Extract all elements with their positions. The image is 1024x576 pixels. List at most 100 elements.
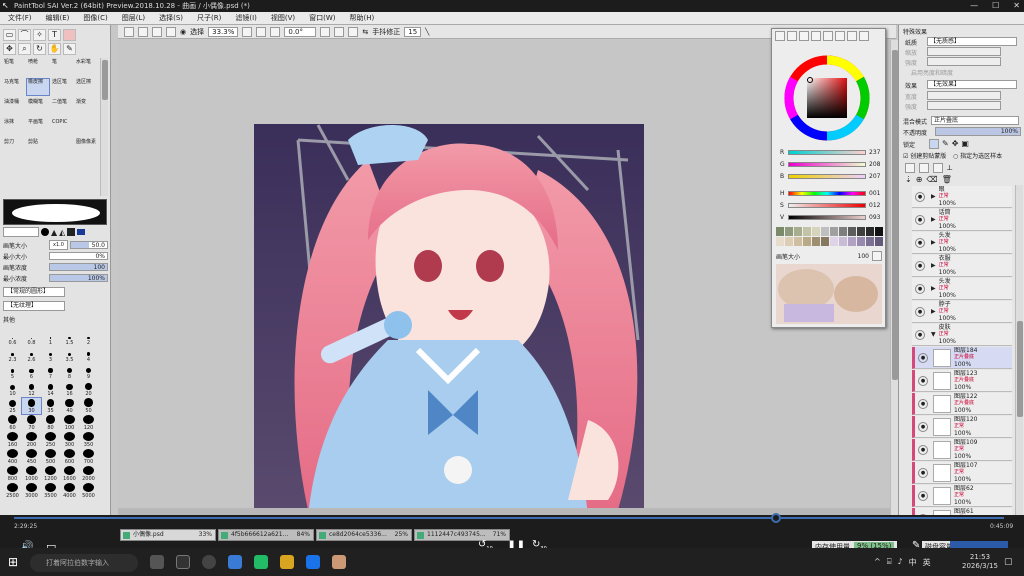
move-icon[interactable]: ✥ — [3, 43, 16, 55]
tray-arrow-icon[interactable]: ^ — [874, 557, 881, 568]
brush-size-option[interactable]: 350 — [79, 432, 98, 448]
back-arrow-icon[interactable]: ↖ — [2, 0, 9, 12]
invert-icon[interactable] — [166, 26, 176, 37]
b-slider[interactable]: B 207 — [780, 172, 884, 180]
shape-square-icon[interactable] — [67, 228, 76, 236]
task-view-icon[interactable] — [150, 555, 164, 569]
visibility-eye-icon[interactable]: ● — [918, 398, 928, 409]
brush-size-option[interactable]: 400 — [3, 449, 22, 465]
zoom-out-icon[interactable] — [242, 26, 253, 37]
brush-size-option[interactable]: 450 — [22, 449, 41, 465]
color-swatch[interactable] — [848, 237, 856, 246]
rotate-icon[interactable]: ↻ — [33, 43, 46, 55]
lock-move-icon[interactable]: ✥ — [952, 139, 959, 149]
shape-select[interactable]: 【常规的圆形】 — [3, 287, 65, 297]
close-icon[interactable]: ✕ — [1013, 0, 1020, 12]
color-swatch[interactable] — [821, 227, 829, 236]
brush-slot[interactable]: 涂抹 — [2, 118, 26, 136]
density-row[interactable]: 画笔浓度 100 — [3, 262, 108, 272]
width-field[interactable] — [927, 91, 1001, 100]
brush-slot[interactable]: 选区擦 — [74, 78, 98, 96]
redo-icon[interactable] — [138, 26, 148, 37]
lang-indicator[interactable]: 英 — [923, 557, 931, 568]
notification-icon[interactable]: ▢ — [1004, 557, 1013, 567]
menu-help[interactable]: 帮助(H) — [350, 13, 375, 23]
swatch-grid[interactable] — [776, 227, 883, 247]
brush-size-option[interactable]: 10 — [3, 381, 22, 397]
min-density-bar[interactable]: 100% — [49, 274, 108, 282]
brush-size-option[interactable]: 2.6 — [22, 347, 41, 363]
zoom-icon[interactable]: ⌕ — [18, 43, 31, 55]
folder-closed-icon[interactable]: ▶ — [931, 216, 936, 223]
folder-closed-icon[interactable]: ▶ — [931, 285, 936, 292]
video-progress-track[interactable] — [14, 513, 1004, 523]
opacity-bar[interactable]: 100% — [935, 127, 1021, 136]
g-slider[interactable]: G 208 — [780, 160, 884, 168]
hand-icon[interactable]: ✋ — [48, 43, 61, 55]
brightness-checkbox[interactable]: 启用亮度和暗度 — [911, 68, 953, 77]
brush-slot[interactable]: 铅笔 — [2, 58, 26, 76]
color-swatch[interactable] — [803, 237, 811, 246]
clear-icon[interactable]: ⌫ — [926, 175, 937, 184]
magic-wand-icon[interactable]: ✧ — [33, 29, 46, 41]
color-swatch[interactable] — [875, 227, 883, 236]
texture-select[interactable]: 【无纹理】 — [3, 301, 65, 311]
color-swatch[interactable] — [776, 227, 784, 236]
color-swatch[interactable] — [821, 237, 829, 246]
brush-size-option[interactable]: 30 — [21, 397, 42, 415]
brush-size-option[interactable]: 800 — [3, 466, 22, 482]
hsv-tab[interactable] — [799, 31, 809, 41]
color-swatch[interactable] — [857, 227, 865, 236]
color-swatch[interactable] — [830, 227, 838, 236]
eye-icon[interactable]: ◉ — [180, 28, 186, 36]
brush-size-option[interactable]: 7 — [41, 364, 60, 380]
brush-size-option[interactable]: 16 — [60, 381, 79, 397]
color-swatch[interactable] — [839, 237, 847, 246]
brush-size-option[interactable]: 5 — [3, 364, 22, 380]
pen-line-icon[interactable]: ╲ — [425, 28, 429, 36]
brush-size-row[interactable]: 画笔大小 x1.0 50.0 — [3, 240, 108, 250]
brush-size-option[interactable]: 250 — [41, 432, 60, 448]
color-swatch[interactable] — [812, 237, 820, 246]
brush-slot[interactable] — [50, 138, 74, 156]
chrome-icon[interactable] — [306, 555, 320, 569]
brush-size-option[interactable]: 70 — [22, 415, 41, 431]
brush-mode-field[interactable] — [3, 227, 39, 237]
visibility-eye-icon[interactable]: ● — [918, 490, 928, 501]
taskbar-clock[interactable]: 21:53 2026/3/15 — [962, 553, 998, 571]
trash-icon[interactable]: 🗑 — [942, 175, 952, 184]
store-icon[interactable] — [254, 555, 268, 569]
layer-item[interactable]: ● 图层107 正常 100% — [912, 462, 1012, 484]
menu-layer[interactable]: 图层(L) — [122, 13, 145, 23]
brush-size-option[interactable]: 0.8 — [22, 330, 41, 346]
brush-size-option[interactable]: 4 — [79, 347, 98, 363]
visibility-eye-icon[interactable]: ● — [918, 421, 928, 432]
brush-slot[interactable]: 喷枪 — [26, 58, 50, 76]
undo-icon[interactable] — [124, 26, 134, 37]
color-wheel[interactable] — [784, 55, 870, 141]
mixer-tab[interactable] — [823, 31, 833, 41]
folder-icon[interactable] — [280, 555, 294, 569]
maximize-icon[interactable]: ☐ — [992, 0, 999, 12]
shape-circle-icon[interactable] — [41, 228, 49, 236]
color-swatch[interactable] — [776, 237, 784, 246]
brush-size-option[interactable]: 300 — [60, 432, 79, 448]
lock-all-icon[interactable]: ▣ — [961, 139, 969, 149]
brush-size-option[interactable]: 1.5 — [60, 330, 79, 346]
brush-size-option[interactable]: 25 — [3, 398, 22, 414]
new-linework-icon[interactable] — [919, 163, 929, 173]
visibility-eye-icon[interactable]: ● — [918, 467, 928, 478]
taskbar-search[interactable]: 打着阿拉伯数字输入 — [30, 554, 138, 572]
brush-size-option[interactable]: 0.6 — [3, 330, 22, 346]
brush-size-option[interactable]: 5000 — [79, 483, 98, 499]
color-swatch[interactable] — [830, 237, 838, 246]
shape-half-icon[interactable]: ◭ — [59, 228, 65, 237]
shape-triangle-icon[interactable]: ▲ — [51, 228, 57, 237]
brush-size-option[interactable]: 600 — [60, 449, 79, 465]
edge-icon[interactable] — [228, 555, 242, 569]
brush-size-option[interactable]: 200 — [22, 432, 41, 448]
h-slider[interactable]: H 001 — [780, 189, 884, 197]
doc-tab[interactable]: 1112447c493745... 71% — [414, 529, 510, 541]
texture-select[interactable]: 【无质感】 — [927, 37, 1017, 46]
menu-view[interactable]: 视图(V) — [271, 13, 295, 23]
